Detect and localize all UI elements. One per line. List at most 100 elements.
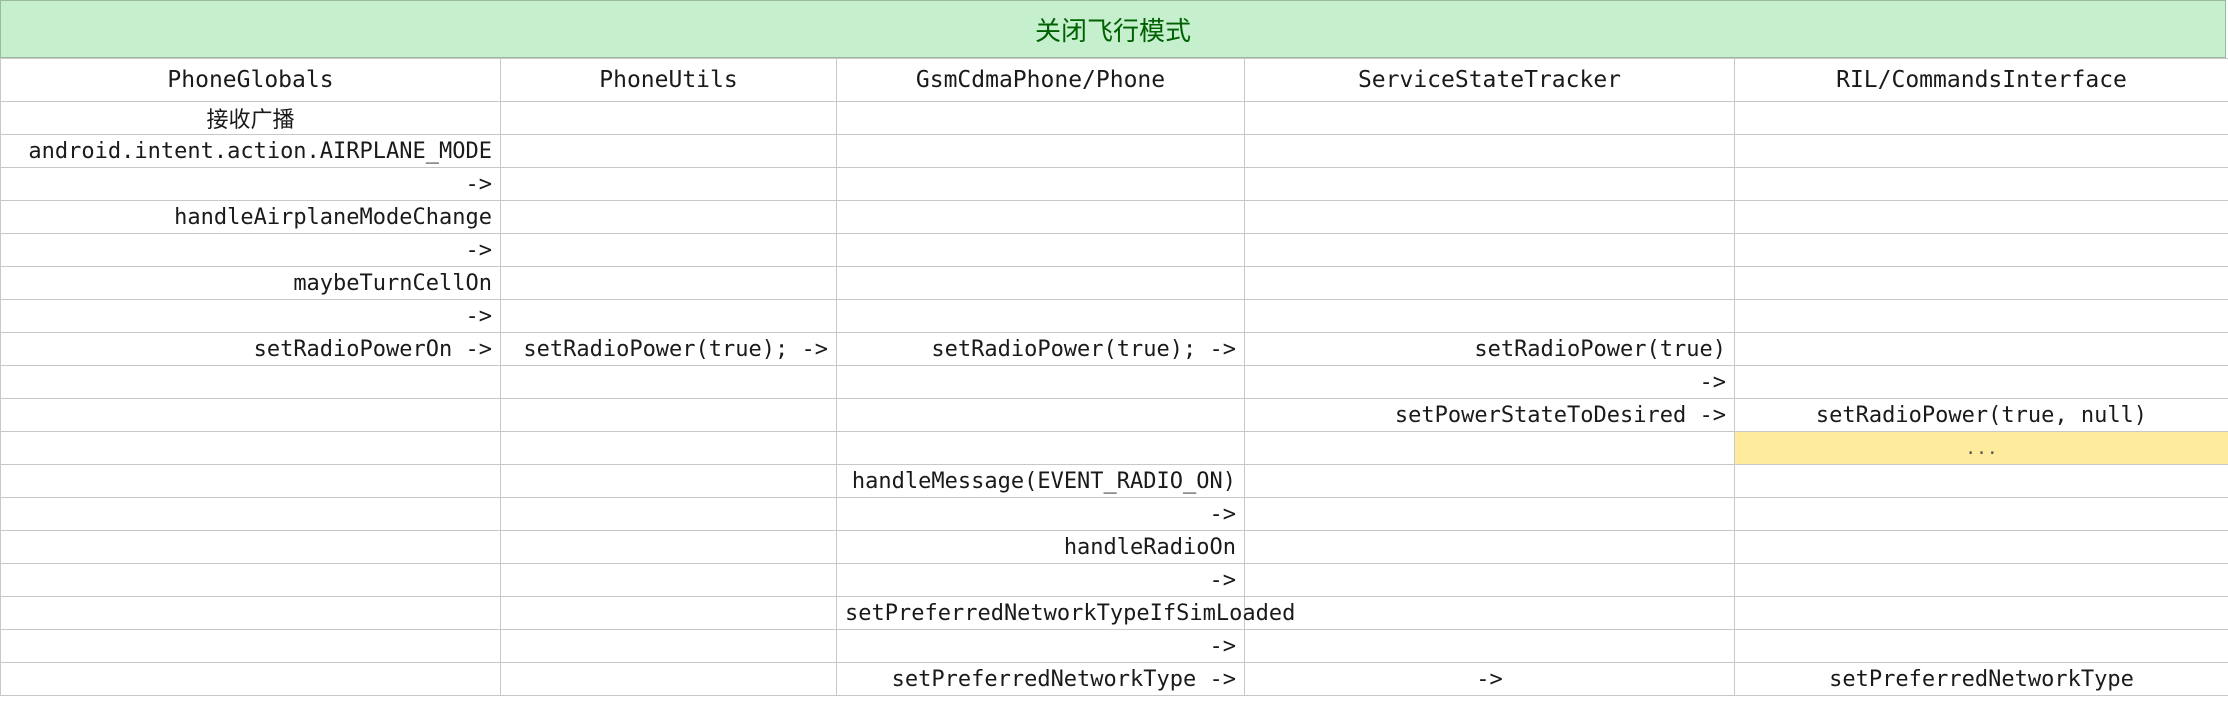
cell-gsmcdmaphone[interactable]: handleMessage(EVENT_RADIO_ON) [836,464,1245,498]
cell-phoneutils[interactable] [500,563,837,597]
cell-phoneglobals[interactable] [0,563,501,597]
cell-phoneutils[interactable] [500,662,837,696]
cell-ril[interactable] [1734,200,2228,234]
cell-phoneglobals[interactable] [0,596,501,630]
cell-servicestatetracker[interactable] [1244,431,1735,465]
cell-phoneglobals[interactable]: -> [0,233,501,267]
table-row: setRadioPowerOn -> setRadioPower(true); -… [0,332,2228,366]
cell-ril[interactable] [1734,497,2228,531]
cell-servicestatetracker[interactable] [1244,563,1735,597]
cell-phoneutils[interactable] [500,200,837,234]
cell-gsmcdmaphone[interactable] [836,101,1245,135]
cell-ril[interactable] [1734,332,2228,366]
cell-servicestatetracker[interactable]: -> [1244,365,1735,399]
cell-phoneutils[interactable] [500,398,837,432]
cell-ril[interactable]: setRadioPower(true, null) [1734,398,2228,432]
cell-ril[interactable] [1734,464,2228,498]
cell-ril[interactable] [1734,233,2228,267]
cell-phoneglobals[interactable]: handleAirplaneModeChange [0,200,501,234]
cell-phoneglobals[interactable] [0,530,501,564]
cell-phoneutils[interactable] [500,596,837,630]
cell-gsmcdmaphone[interactable]: -> [836,563,1245,597]
cell-gsmcdmaphone[interactable] [836,167,1245,201]
cell-gsmcdmaphone[interactable] [836,266,1245,300]
cell-ril[interactable] [1734,530,2228,564]
cell-phoneglobals[interactable] [0,365,501,399]
cell-phoneutils[interactable] [500,266,837,300]
table-row: ... [0,431,2228,465]
table-row: -> [0,563,2228,597]
cell-servicestatetracker[interactable] [1244,530,1735,564]
cell-servicestatetracker[interactable] [1244,233,1735,267]
cell-ril[interactable] [1734,134,2228,168]
column-header-phoneutils[interactable]: PhoneUtils [500,58,837,102]
cell-phoneglobals[interactable] [0,431,501,465]
cell-phoneutils[interactable] [500,464,837,498]
cell-gsmcdmaphone[interactable] [836,431,1245,465]
cell-servicestatetracker[interactable] [1244,101,1735,135]
cell-phoneglobals[interactable]: setRadioPowerOn -> [0,332,501,366]
cell-phoneutils[interactable] [500,497,837,531]
cell-phoneglobals[interactable] [0,662,501,696]
column-header-phoneglobals[interactable]: PhoneGlobals [0,58,501,102]
cell-servicestatetracker[interactable]: setRadioPower(true) [1244,332,1735,366]
cell-servicestatetracker[interactable] [1244,167,1735,201]
cell-phoneutils[interactable] [500,167,837,201]
cell-ril[interactable]: setPreferredNetworkType [1734,662,2228,696]
cell-phoneglobals[interactable] [0,629,501,663]
cell-phoneutils[interactable] [500,101,837,135]
cell-phoneglobals[interactable]: android.intent.action.AIRPLANE_MODE [0,134,501,168]
cell-gsmcdmaphone[interactable] [836,365,1245,399]
column-header-servicestatetracker[interactable]: ServiceStateTracker [1244,58,1735,102]
cell-servicestatetracker[interactable]: -> [1244,662,1735,696]
cell-ril[interactable] [1734,563,2228,597]
cell-gsmcdmaphone[interactable] [836,398,1245,432]
cell-gsmcdmaphone[interactable]: setPreferredNetworkType -> [836,662,1245,696]
cell-servicestatetracker[interactable] [1244,629,1735,663]
cell-ril[interactable] [1734,266,2228,300]
cell-servicestatetracker[interactable] [1244,266,1735,300]
cell-phoneutils[interactable] [500,365,837,399]
cell-phoneutils[interactable] [500,134,837,168]
cell-ril[interactable] [1734,299,2228,333]
cell-phoneutils[interactable] [500,299,837,333]
cell-servicestatetracker[interactable] [1244,464,1735,498]
cell-phoneutils[interactable] [500,233,837,267]
cell-gsmcdmaphone[interactable] [836,134,1245,168]
cell-servicestatetracker[interactable]: setPowerStateToDesired -> [1244,398,1735,432]
cell-phoneglobals[interactable] [0,497,501,531]
cell-ril[interactable] [1734,101,2228,135]
cell-gsmcdmaphone[interactable] [836,299,1245,333]
cell-phoneglobals[interactable] [0,398,501,432]
cell-phoneglobals[interactable]: maybeTurnCellOn [0,266,501,300]
cell-gsmcdmaphone[interactable] [836,200,1245,234]
cell-gsmcdmaphone[interactable]: -> [836,629,1245,663]
cell-gsmcdmaphone[interactable] [836,233,1245,267]
cell-gsmcdmaphone[interactable]: -> [836,497,1245,531]
cell-gsmcdmaphone[interactable]: setRadioPower(true); -> [836,332,1245,366]
cell-ril[interactable]: ... [1734,431,2228,465]
column-header-gsmcdmaphone[interactable]: GsmCdmaPhone/Phone [836,58,1245,102]
cell-servicestatetracker[interactable] [1244,299,1735,333]
cell-gsmcdmaphone[interactable]: setPreferredNetworkTypeIfSimLoaded [836,596,1295,630]
column-header-ril[interactable]: RIL/CommandsInterface [1734,58,2228,102]
cell-phoneutils[interactable] [500,629,837,663]
table-row: -> [0,299,2228,333]
cell-phoneglobals[interactable]: 接收广播 [0,101,501,135]
cell-phoneutils[interactable] [500,530,837,564]
cell-phoneutils[interactable]: setRadioPower(true); -> [500,332,837,366]
cell-phoneutils[interactable] [500,431,837,465]
cell-phoneglobals[interactable]: -> [0,167,501,201]
cell-servicestatetracker[interactable] [1244,497,1735,531]
cell-phoneglobals[interactable] [0,464,501,498]
sheet-title: 关闭飞行模式 [0,0,2226,58]
cell-servicestatetracker[interactable] [1244,134,1735,168]
cell-ril[interactable] [1734,167,2228,201]
cell-ril[interactable] [1734,629,2228,663]
cell-servicestatetracker[interactable] [1244,596,1735,630]
cell-phoneglobals[interactable]: -> [0,299,501,333]
cell-gsmcdmaphone[interactable]: handleRadioOn [836,530,1245,564]
cell-ril[interactable] [1734,596,2228,630]
cell-servicestatetracker[interactable] [1244,200,1735,234]
cell-ril[interactable] [1734,365,2228,399]
